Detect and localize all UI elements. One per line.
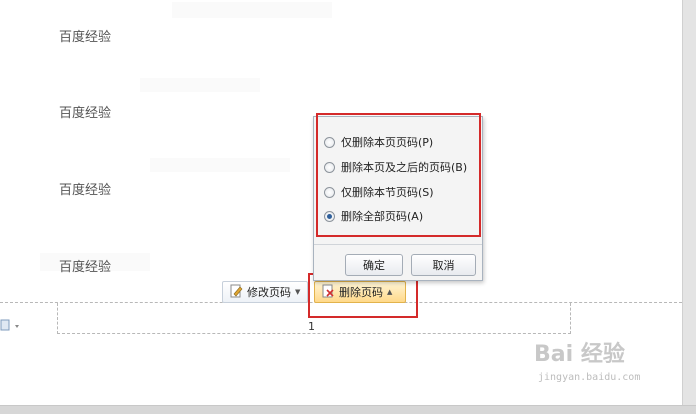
faded-text-block <box>172 2 332 18</box>
baidu-watermark: Bai 经验 jingyan.baidu.com <box>534 336 660 392</box>
document-page: 百度经验 百度经验 百度经验 百度经验 1 修改页码 ▼ 删除页码 ▲ 仅删除本… <box>0 0 682 405</box>
document-text-line: 百度经验 <box>59 183 112 198</box>
faded-text-block <box>150 158 290 172</box>
watermark-url: jingyan.baidu.com <box>538 372 641 383</box>
page-number[interactable]: 1 <box>308 320 315 333</box>
document-text-line: 百度经验 <box>59 30 112 45</box>
cancel-button[interactable]: 取消 <box>411 254 476 276</box>
modify-page-number-button[interactable]: 修改页码 ▼ <box>222 281 308 303</box>
chevron-down-icon: ▼ <box>295 288 301 296</box>
window-bottom-edge <box>0 405 696 414</box>
watermark-logo: Bai 经验 <box>534 342 625 367</box>
ok-button[interactable]: 确定 <box>345 254 403 276</box>
page-options-icon[interactable] <box>0 318 22 332</box>
edit-page-icon <box>229 284 243 301</box>
document-text-line: 百度经验 <box>59 106 112 121</box>
faded-text-block <box>140 78 260 92</box>
document-text-line: 百度经验 <box>59 260 112 275</box>
modify-page-number-label: 修改页码 <box>247 286 291 299</box>
window-right-edge <box>682 0 696 414</box>
popup-divider <box>314 244 482 245</box>
options-highlight <box>316 113 481 237</box>
